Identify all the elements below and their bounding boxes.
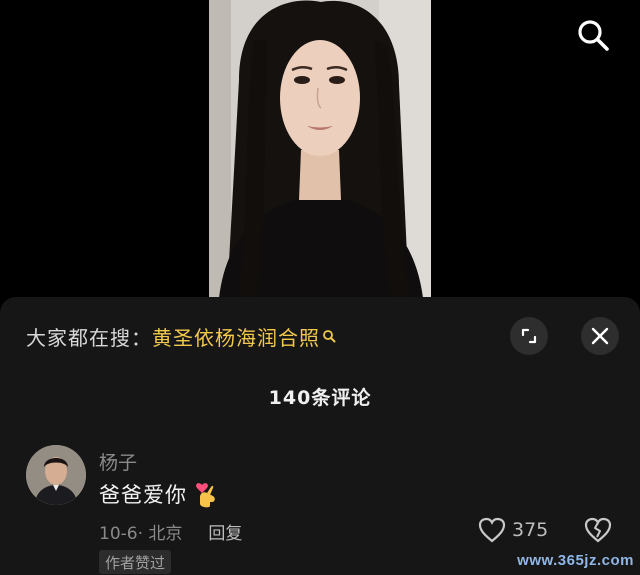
heart-icon bbox=[478, 517, 506, 543]
author-liked-badge: 作者赞过 bbox=[99, 550, 172, 574]
trending-prefix: 大家都在搜： bbox=[26, 325, 152, 350]
expand-button[interactable] bbox=[510, 317, 548, 355]
video-player[interactable] bbox=[209, 0, 431, 298]
search-icon bbox=[578, 20, 609, 51]
comments-sheet: 大家都在搜： 黄圣依杨海润合照 140条评论 杨子 爸爸爱你 10-6· 北京 … bbox=[0, 297, 640, 575]
expand-icon bbox=[521, 328, 537, 344]
watermark: www.365jz.com bbox=[517, 552, 634, 569]
search-icon bbox=[322, 329, 336, 343]
trending-search-bar: 大家都在搜： 黄圣依杨海润合照 bbox=[26, 321, 336, 351]
comment-meta: 10-6· 北京 回复 bbox=[99, 519, 242, 544]
avatar-image bbox=[26, 445, 86, 505]
comment-count-title: 140条评论 bbox=[268, 387, 372, 409]
like-count: 375 bbox=[512, 519, 549, 541]
finger-heart-icon bbox=[193, 479, 219, 509]
video-frame-image bbox=[209, 0, 431, 298]
broken-heart-icon bbox=[584, 517, 612, 543]
comment-text: 爸爸爱你 bbox=[99, 483, 187, 507]
avatar[interactable] bbox=[26, 445, 86, 505]
close-button[interactable] bbox=[581, 317, 619, 355]
dislike-button[interactable] bbox=[584, 517, 612, 547]
close-icon bbox=[591, 327, 609, 345]
trending-query-link[interactable]: 黄圣依杨海润合照 bbox=[152, 322, 320, 351]
comment-body: 爸爸爱你 bbox=[99, 479, 219, 509]
app-screen: 大家都在搜： 黄圣依杨海润合照 140条评论 杨子 爸爸爱你 10-6· 北京 … bbox=[0, 0, 640, 575]
search-button[interactable] bbox=[572, 14, 614, 56]
comment-date-location: 10-6· 北京 bbox=[99, 524, 183, 544]
comment-username[interactable]: 杨子 bbox=[99, 448, 137, 475]
reply-button[interactable]: 回复 bbox=[208, 519, 242, 544]
like-button[interactable]: 375 bbox=[478, 517, 548, 543]
